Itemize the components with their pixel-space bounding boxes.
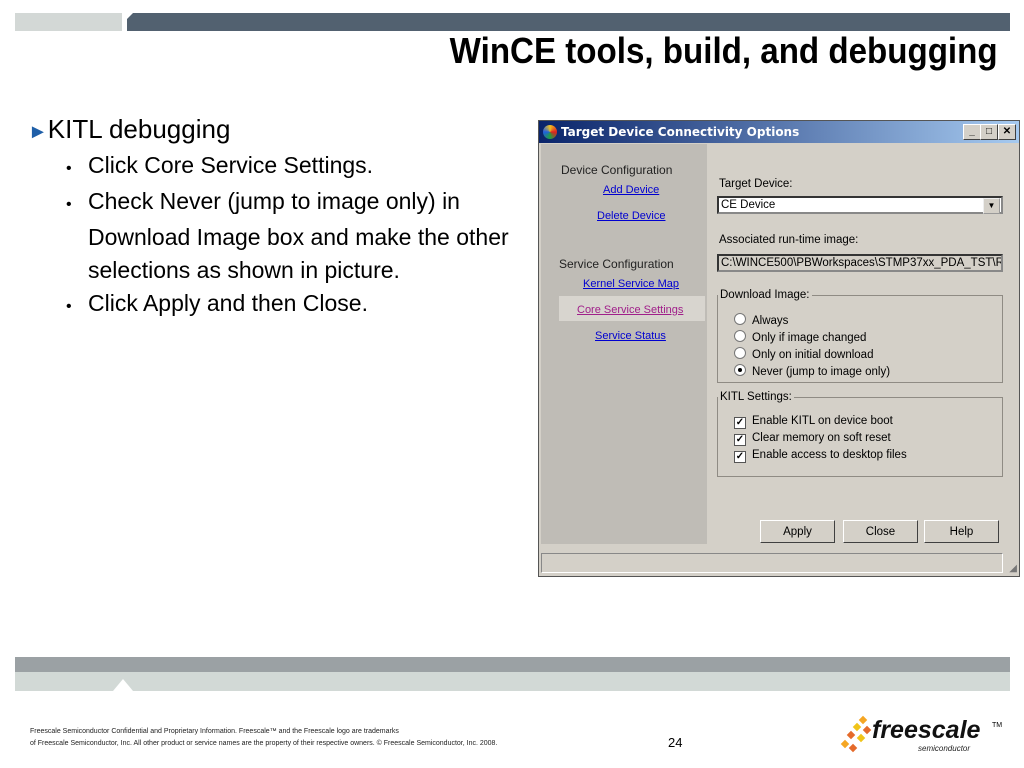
option-label: Clear memory on soft reset <box>752 432 891 444</box>
option-label: Only on initial download <box>752 349 874 361</box>
left-nav-pane: Device Configuration Add Device Delete D… <box>541 144 707 544</box>
checkbox-desktop-files[interactable]: ✓ Enable access to desktop files <box>734 449 907 463</box>
footer-bar-light <box>15 672 1010 691</box>
app-icon <box>543 125 557 139</box>
service-status-link[interactable]: Service Status <box>595 330 666 342</box>
radio-selected-icon[interactable] <box>734 364 746 376</box>
close-window-button[interactable]: ✕ <box>998 124 1016 140</box>
header-bar-left <box>15 13 122 31</box>
sub-bullet-text: Check Never (jump to image only) in Down… <box>88 188 509 283</box>
logo-squares <box>840 715 872 753</box>
bullet-list: ►KITL debugging • Click Core Service Sett… <box>28 114 528 323</box>
footer-notch <box>113 679 133 691</box>
service-config-heading: Service Configuration <box>559 257 674 271</box>
minimize-button[interactable]: _ <box>963 124 981 140</box>
kitl-legend: KITL Settings: <box>720 391 792 403</box>
download-image-group: Download Image: Always Only if image cha… <box>717 289 1003 383</box>
sub-bullet: • Click Apply and then Close. <box>66 290 368 316</box>
apply-button[interactable]: Apply <box>760 520 835 543</box>
maximize-button[interactable]: □ <box>980 124 998 140</box>
option-label: Enable KITL on device boot <box>752 415 893 427</box>
dialog-title-bar[interactable]: Target Device Connectivity Options <box>539 121 1019 143</box>
checkbox-checked-icon[interactable]: ✓ <box>734 434 746 446</box>
radio-icon[interactable] <box>734 347 746 359</box>
page-number: 24 <box>668 735 683 750</box>
target-device-select[interactable]: CE Device ▼ <box>717 196 1003 214</box>
logo-subtitle: semiconductor <box>918 744 971 753</box>
runtime-image-label: Associated run-time image: <box>719 234 859 246</box>
sub-bullet-text: Click Apply and then Close. <box>88 290 368 316</box>
option-label: Enable access to desktop files <box>752 449 907 461</box>
radio-if-changed[interactable]: Only if image changed <box>734 330 866 344</box>
kernel-service-map-link[interactable]: Kernel Service Map <box>583 278 679 290</box>
footer-bar <box>15 657 1010 672</box>
option-label: Only if image changed <box>752 332 867 344</box>
runtime-image-field[interactable]: C:\WINCE500\PBWorkspaces\STMP37xx_PDA_TS… <box>717 254 1003 272</box>
status-bar <box>541 553 1003 573</box>
help-button[interactable]: Help <box>924 520 999 543</box>
logo-tm: TM <box>992 722 1003 729</box>
target-device-value: CE Device <box>721 199 776 211</box>
logo-wordmark: freescale <box>872 716 981 744</box>
delete-device-link[interactable]: Delete Device <box>597 210 665 222</box>
checkbox-checked-icon[interactable]: ✓ <box>734 451 746 463</box>
sub-bullet-text: Click Core Service Settings. <box>88 152 374 178</box>
checkbox-clear-memory[interactable]: ✓ Clear memory on soft reset <box>734 432 891 446</box>
sub-bullet: • Check Never (jump to image only) in Dow… <box>66 188 509 283</box>
radio-icon[interactable] <box>734 330 746 342</box>
option-label: Always <box>752 315 789 327</box>
target-device-label: Target Device: <box>719 178 793 190</box>
option-label: Never (jump to image only) <box>752 366 891 378</box>
radio-initial[interactable]: Only on initial download <box>734 347 873 361</box>
radio-icon[interactable] <box>734 313 746 325</box>
connectivity-dialog: Target Device Connectivity Options _ □ ✕… <box>538 120 1020 577</box>
checkbox-checked-icon[interactable]: ✓ <box>734 417 746 429</box>
checkbox-enable-kitl[interactable]: ✓ Enable KITL on device boot <box>734 415 893 429</box>
download-legend: Download Image: <box>720 289 810 301</box>
bullet-main: ►KITL debugging <box>28 114 528 145</box>
bullet-text: KITL debugging <box>47 114 231 144</box>
footer-legal-2: of Freescale Semiconductor, Inc. All oth… <box>30 740 498 747</box>
footer-legal-1: Freescale Semiconductor Confidential and… <box>30 728 399 735</box>
radio-never[interactable]: Never (jump to image only) <box>734 364 890 378</box>
kitl-settings-group: KITL Settings: ✓ Enable KITL on device bo… <box>717 391 1003 477</box>
arrow-icon: ► <box>28 121 48 143</box>
core-service-settings-link[interactable]: Core Service Settings <box>577 304 683 316</box>
resize-grip-icon[interactable]: ◢ <box>1009 563 1017 574</box>
sub-bullet: • Click Core Service Settings. <box>66 152 374 178</box>
add-device-link[interactable]: Add Device <box>603 184 659 196</box>
radio-always[interactable]: Always <box>734 313 788 327</box>
header-bar <box>127 13 1010 31</box>
device-config-heading: Device Configuration <box>561 163 673 177</box>
close-button[interactable]: Close <box>843 520 918 543</box>
chevron-down-icon[interactable]: ▼ <box>983 198 1000 214</box>
slide-title: WinCE tools, build, and debugging <box>450 30 998 71</box>
